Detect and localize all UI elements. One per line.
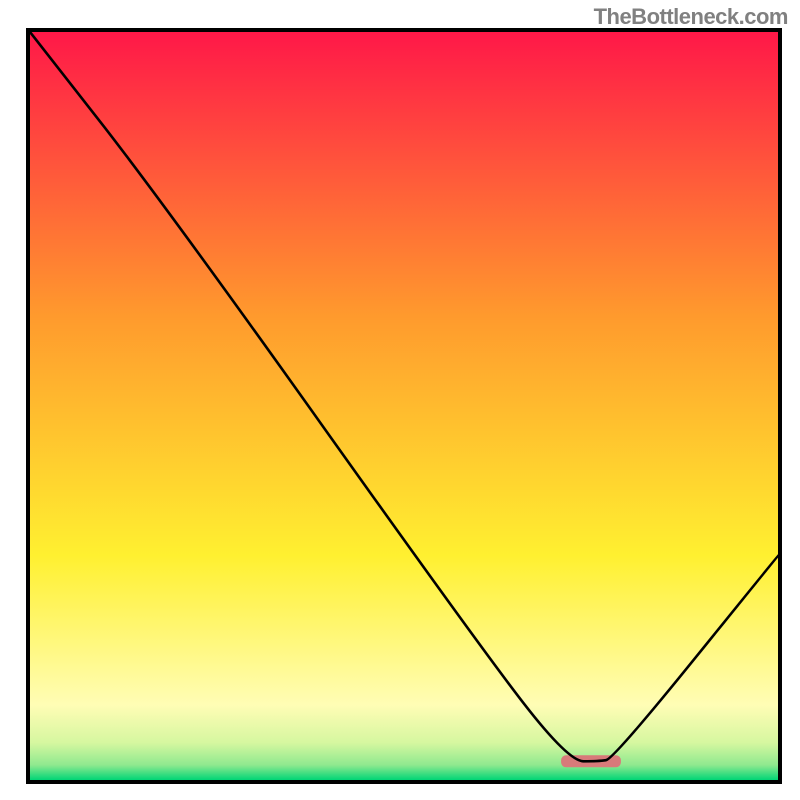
chart-svg [30,32,778,780]
attribution-text: TheBottleneck.com [594,4,788,30]
gradient-backdrop [30,32,778,780]
bottleneck-chart [26,28,782,784]
